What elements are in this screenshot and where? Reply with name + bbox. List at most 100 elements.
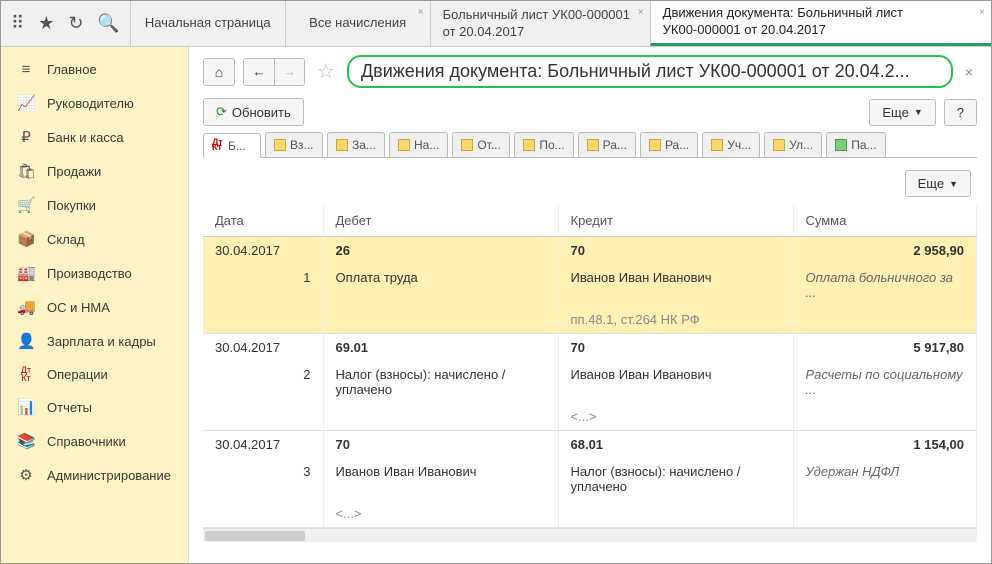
- table-row-sub[interactable]: 3Иванов Иван ИвановичНалог (взносы): нач…: [203, 458, 977, 500]
- cell-desc: Удержан НДФЛ: [793, 458, 977, 500]
- page-title-wrap: Движения документа: Больничный лист УК00…: [347, 55, 953, 88]
- table-row-sub[interactable]: 1Оплата трудаИванов Иван ИвановичОплата …: [203, 264, 977, 306]
- menu-icon: ≡: [17, 61, 35, 78]
- cell-credit-acc: 70: [558, 334, 793, 362]
- sidebar-item-admin[interactable]: ⚙Администрирование: [1, 458, 188, 492]
- sidebar-item-main[interactable]: ≡Главное: [1, 53, 188, 86]
- close-icon[interactable]: ×: [418, 7, 424, 18]
- subtab-strip: ДтКтБ... Вз... За... На... От... По... Р…: [203, 132, 977, 158]
- col-sum[interactable]: Сумма: [793, 205, 977, 237]
- close-icon[interactable]: ×: [979, 7, 985, 18]
- register-icon: [274, 139, 286, 151]
- tab-label: Больничный лист УК00-000001: [443, 7, 638, 24]
- chevron-down-icon: ▼: [949, 179, 958, 189]
- chevron-down-icon: ▼: [914, 107, 923, 117]
- cell-debit-sub2: [323, 306, 558, 334]
- sidebar-item-label: Справочники: [47, 434, 126, 449]
- table-row[interactable]: 30.04.20177068.011 154,00: [203, 431, 977, 459]
- cell-debit-acc: 70: [323, 431, 558, 459]
- nav-group: ← →: [243, 58, 305, 86]
- tab-movements[interactable]: Движения документа: Больничный лист УК00…: [650, 1, 991, 46]
- subtab-7[interactable]: Ра...: [640, 132, 698, 157]
- sidebar-item-label: Покупки: [47, 198, 96, 213]
- sidebar-item-reports[interactable]: 📊Отчеты: [1, 390, 188, 424]
- home-button[interactable]: ⌂: [203, 58, 235, 86]
- sidebar-item-label: Администрирование: [47, 468, 171, 483]
- more-button[interactable]: Еще ▼: [869, 99, 935, 126]
- subtab-1[interactable]: Вз...: [265, 132, 323, 157]
- sidebar-item-label: Банк и касса: [47, 130, 124, 145]
- sidebar-item-label: ОС и НМА: [47, 300, 110, 315]
- star-icon[interactable]: ★: [38, 13, 54, 34]
- cell-credit-acc: 68.01: [558, 431, 793, 459]
- table-more-button[interactable]: Еще ▼: [905, 170, 971, 197]
- more-label: Еще: [918, 176, 944, 191]
- sidebar-item-operations[interactable]: ДтКтОперации: [1, 358, 188, 390]
- content: Еще ▼ Дата Дебет Кредит Сумма 30.04.20172…: [203, 158, 977, 563]
- cell-debit-sub: Налог (взносы): начислено / уплачено: [323, 361, 558, 403]
- toolbar: ⟳Обновить Еще ▼ ?: [203, 98, 977, 126]
- subtab-6[interactable]: Ра...: [578, 132, 636, 157]
- tab-accruals[interactable]: Все начисления ×: [285, 1, 430, 46]
- tab-home[interactable]: Начальная страница: [130, 1, 285, 46]
- scrollbar-thumb[interactable]: [205, 531, 305, 541]
- factory-icon: 🏭: [17, 264, 35, 282]
- sidebar-item-purchases[interactable]: 🛒Покупки: [1, 188, 188, 222]
- close-icon[interactable]: ×: [638, 7, 644, 18]
- subtab-5[interactable]: По...: [514, 132, 573, 157]
- subtab-0[interactable]: ДтКтБ...: [203, 133, 261, 158]
- help-button[interactable]: ?: [944, 99, 977, 126]
- table-row[interactable]: 30.04.201769.01705 917,80: [203, 334, 977, 362]
- table-row-sub2[interactable]: пп.48.1, ст.264 НК РФ: [203, 306, 977, 334]
- favorite-icon[interactable]: ☆: [313, 59, 339, 84]
- sidebar-item-sales[interactable]: 🛍Продажи: [1, 154, 188, 188]
- sidebar-item-salary[interactable]: 👤Зарплата и кадры: [1, 324, 188, 358]
- register-icon: [461, 139, 473, 151]
- subtab-label: Б...: [228, 139, 246, 153]
- horizontal-scrollbar[interactable]: [203, 528, 977, 542]
- more-label: Еще: [882, 105, 908, 120]
- cell-empty: [793, 500, 977, 528]
- sidebar-item-production[interactable]: 🏭Производство: [1, 256, 188, 290]
- back-button[interactable]: ←: [244, 59, 274, 85]
- table-row-sub2[interactable]: <...>: [203, 403, 977, 431]
- sidebar-item-manager[interactable]: 📈Руководителю: [1, 86, 188, 120]
- close-page-button[interactable]: ×: [961, 64, 977, 80]
- forward-button[interactable]: →: [274, 59, 304, 85]
- col-credit[interactable]: Кредит: [558, 205, 793, 237]
- table-icon: [835, 139, 847, 151]
- subtab-3[interactable]: На...: [389, 132, 448, 157]
- cell-desc: Расчеты по социальному ...: [793, 361, 977, 403]
- box-icon: 📦: [17, 230, 35, 248]
- col-debit[interactable]: Дебет: [323, 205, 558, 237]
- subtab-label: Ра...: [603, 138, 627, 152]
- sidebar-item-directories[interactable]: 📚Справочники: [1, 424, 188, 458]
- cell-credit-sub2: пп.48.1, ст.264 НК РФ: [558, 306, 793, 334]
- subtab-label: Ул...: [789, 138, 813, 152]
- sidebar-item-assets[interactable]: 🚚ОС и НМА: [1, 290, 188, 324]
- subtab-4[interactable]: От...: [452, 132, 510, 157]
- cell-date: 30.04.2017: [203, 334, 323, 362]
- apps-icon[interactable]: ⠿: [11, 13, 24, 34]
- cell-debit-sub2: <...>: [323, 500, 558, 528]
- dtkt-icon: ДтКт: [17, 366, 35, 382]
- table-row-sub2[interactable]: <...>: [203, 500, 977, 528]
- subtab-8[interactable]: Уч...: [702, 132, 760, 157]
- register-icon: [587, 139, 599, 151]
- subtab-9[interactable]: Ул...: [764, 132, 822, 157]
- sidebar-item-bank[interactable]: ₽Банк и касса: [1, 120, 188, 154]
- subtab-10[interactable]: Па...: [826, 132, 885, 157]
- history-icon[interactable]: ↻: [68, 13, 83, 34]
- table-row-sub[interactable]: 2Налог (взносы): начислено / уплаченоИва…: [203, 361, 977, 403]
- table-row[interactable]: 30.04.201726702 958,90: [203, 237, 977, 265]
- chart-icon: 📈: [17, 94, 35, 112]
- refresh-label: Обновить: [232, 105, 291, 120]
- refresh-button[interactable]: ⟳Обновить: [203, 98, 304, 126]
- sidebar-item-warehouse[interactable]: 📦Склад: [1, 222, 188, 256]
- subtab-2[interactable]: За...: [327, 132, 385, 157]
- search-icon[interactable]: 🔍: [97, 13, 119, 34]
- tab-sick-leave[interactable]: Больничный лист УК00-000001 от 20.04.201…: [430, 1, 650, 46]
- tab-sublabel: УК00-000001 от 20.04.2017: [663, 22, 979, 39]
- register-icon: [773, 139, 785, 151]
- col-date[interactable]: Дата: [203, 205, 323, 237]
